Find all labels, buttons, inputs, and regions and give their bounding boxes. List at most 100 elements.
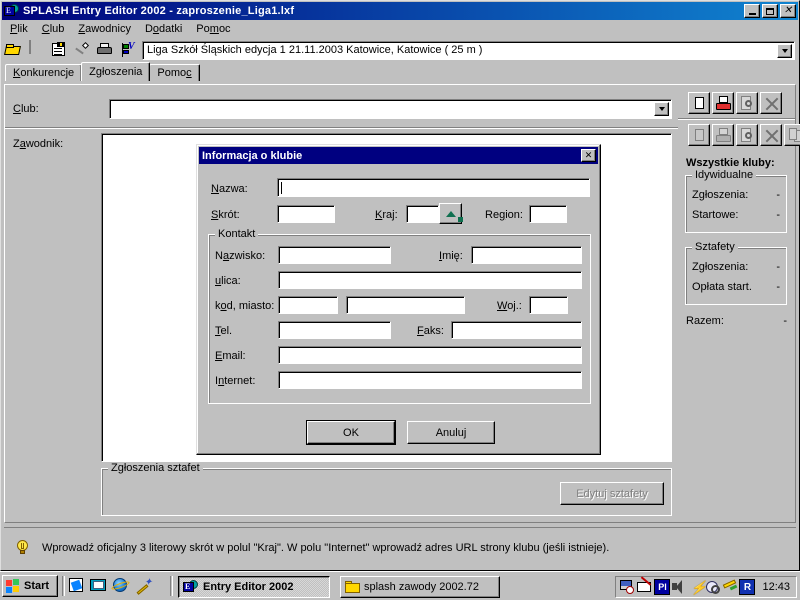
open-icon[interactable] [4,41,22,59]
pin-icon[interactable] [73,41,91,59]
cancel-label: Anuluj [435,426,467,439]
ok-button[interactable]: OK [306,420,396,445]
taskbar-clock[interactable]: 12:43 [762,581,790,593]
search-globe-icon[interactable] [705,579,721,595]
relay-group-title: Zgłoszenia sztafet [108,462,203,474]
edit-relay-button[interactable]: Edytuj sztafety [560,482,664,505]
hint-text: Wprowadź oficjalny 3 literowy skrót w po… [42,541,610,554]
relay-entries-value: - [776,261,780,273]
dialog-title: Informacja o klubie [202,149,303,162]
ok-label: OK [343,426,359,439]
meet-selector-value: Liga Szkół Śląskich edycja 1 21.11.2003 … [147,44,483,56]
show-desktop-icon[interactable] [68,577,85,594]
print-entry-icon[interactable] [712,92,734,114]
faks-field[interactable] [451,321,582,339]
internet-label: Internet: [215,375,256,387]
zawodnik-label: Zawodnik: [13,138,64,150]
copy-athlete-icon[interactable] [784,124,800,146]
menu-item-pomoc[interactable]: Pomoc [189,21,237,37]
windows-logo-icon [6,579,21,593]
region-field[interactable] [529,205,567,223]
internet-explorer-icon[interactable] [110,577,131,594]
chevron-down-icon[interactable] [777,43,792,58]
miasto-field[interactable] [346,296,465,314]
kontakt-group-title: Kontakt [215,228,259,240]
menu-item-zawodnicy[interactable]: Zawodnicy [71,21,138,37]
ulica-label: ulica: [215,275,241,287]
imie-label: Imię: [439,250,463,262]
registry-icon[interactable]: R [739,579,756,595]
close-icon[interactable]: ✕ [581,149,596,162]
tel-label: Tel. [215,325,233,337]
meet-selector-combo[interactable]: Liga Szkół Śląskich edycja 1 21.11.2003 … [142,40,795,60]
verify-flag-icon[interactable]: V [119,41,137,59]
dialog-title-bar[interactable]: Informacja o klubie ✕ [199,147,598,164]
folder-icon [345,580,360,594]
window-controls: ✕ [744,4,796,18]
up-arrow-icon[interactable] [439,203,463,224]
menu-item-club[interactable]: Club [35,21,72,37]
skrot-label: Skrót: [211,209,240,221]
nazwa-field[interactable] [277,178,590,197]
window-title-bar[interactable]: SPLASH Entry Editor 2002 - zaproszenie_L… [2,2,798,20]
taskbar-item-splash-zawody[interactable]: splash zawody 2002.72 [340,576,500,598]
volume-icon[interactable] [671,579,687,595]
tab-zgloszenia[interactable]: Zg łoszenia [81,62,151,81]
cancel-button[interactable]: Anuluj [407,421,495,444]
menu-item-plik[interactable]: Plik [3,21,35,37]
skrot-field[interactable] [277,205,335,223]
tel-field[interactable] [278,321,391,339]
email-field[interactable] [278,346,582,364]
tab-konkurencje[interactable]: Konkurencje [5,64,83,81]
preview-entry-icon[interactable] [736,92,758,114]
club-combo[interactable] [109,99,672,119]
nazwa-label: Nazwa: [211,183,248,195]
relay-fees-label: Opłata start. [692,281,752,293]
tab-pomoc[interactable]: Pomo c [149,64,200,81]
ulica-field[interactable] [278,271,582,289]
close-button[interactable]: ✕ [780,4,796,18]
individual-entries-value: - [776,189,780,201]
print-icon[interactable] [96,41,114,59]
total-value: - [783,315,787,327]
nazwisko-label: Nazwisko: [215,250,266,262]
maximize-button[interactable] [762,4,778,18]
woj-label: Woj.: [497,300,522,312]
new-entry-icon[interactable] [688,92,710,114]
entry-action-buttons [688,92,782,114]
internet-field[interactable] [278,371,582,389]
menu-item-dodatki[interactable]: Dodatki [138,21,189,37]
mail-icon[interactable] [90,577,107,594]
delete-athlete-icon[interactable] [760,124,782,146]
wand-icon[interactable]: ✦ [134,577,152,595]
new-athlete-icon[interactable] [688,124,710,146]
system-tray: Pl ⚡ R 12:43 [615,576,797,598]
nazwisko-field[interactable] [278,246,391,264]
taskbar: Start ✦ Entry Editor 2002 splash zawody … [0,571,800,600]
relay-entries-group: Zgłoszenia sztafet Edytuj sztafety [101,462,672,516]
preview-athlete-icon[interactable] [736,124,758,146]
save-icon[interactable] [27,40,45,59]
imie-field[interactable] [471,246,582,264]
splash-app-icon [4,4,20,18]
language-indicator-icon[interactable]: Pl [654,579,671,595]
power-bolt-icon[interactable]: ⚡ [688,579,706,595]
individual-fees-value: - [776,209,780,221]
scheduler-icon[interactable] [620,579,636,595]
mail-notify-icon[interactable] [637,576,653,595]
kraj-field[interactable] [406,205,439,223]
delete-entry-icon[interactable] [760,92,782,114]
properties-icon[interactable] [50,41,68,59]
athlete-action-buttons [688,124,800,146]
total-row: Razem: - [686,315,787,327]
minimize-button[interactable] [744,4,760,18]
quick-launch-bar: ✦ [68,577,152,595]
key-tool-icon[interactable] [722,579,738,595]
print-athlete-icon[interactable] [712,124,734,146]
taskbar-item-entry-editor[interactable]: Entry Editor 2002 [178,576,330,598]
kod-field[interactable] [278,296,338,314]
edit-relay-label: Edytuj sztafety [576,487,648,500]
woj-field[interactable] [529,296,568,314]
start-button[interactable]: Start [2,575,58,597]
chevron-down-icon[interactable] [654,102,669,116]
